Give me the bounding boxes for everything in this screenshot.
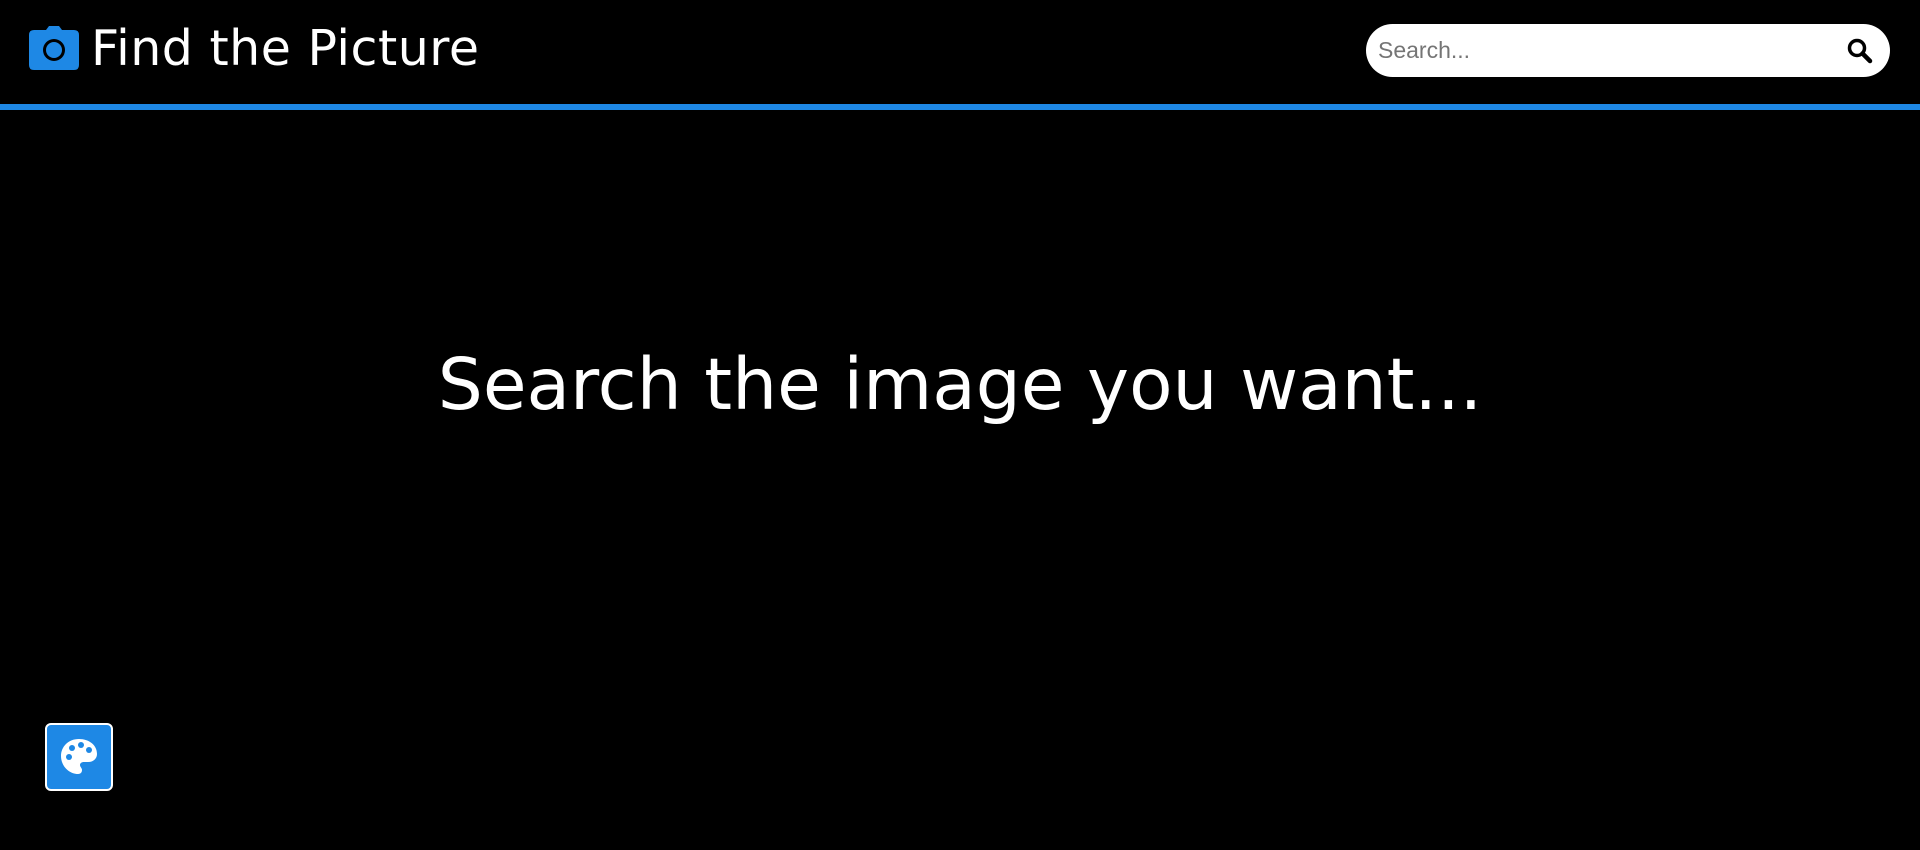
app-title: Find the Picture bbox=[91, 19, 480, 77]
header-divider bbox=[0, 104, 1920, 110]
brand-logo[interactable]: Find the Picture bbox=[29, 16, 479, 80]
search-button[interactable] bbox=[1846, 37, 1874, 65]
search-bar bbox=[1366, 24, 1890, 77]
search-icon bbox=[1846, 38, 1874, 68]
search-input[interactable] bbox=[1378, 24, 1818, 77]
theme-toggle-button[interactable] bbox=[45, 723, 113, 791]
hero-heading: Search the image you want... bbox=[437, 343, 1483, 426]
palette-icon bbox=[59, 737, 99, 777]
app-header: Find the Picture bbox=[0, 0, 1920, 104]
camera-icon bbox=[29, 26, 79, 70]
